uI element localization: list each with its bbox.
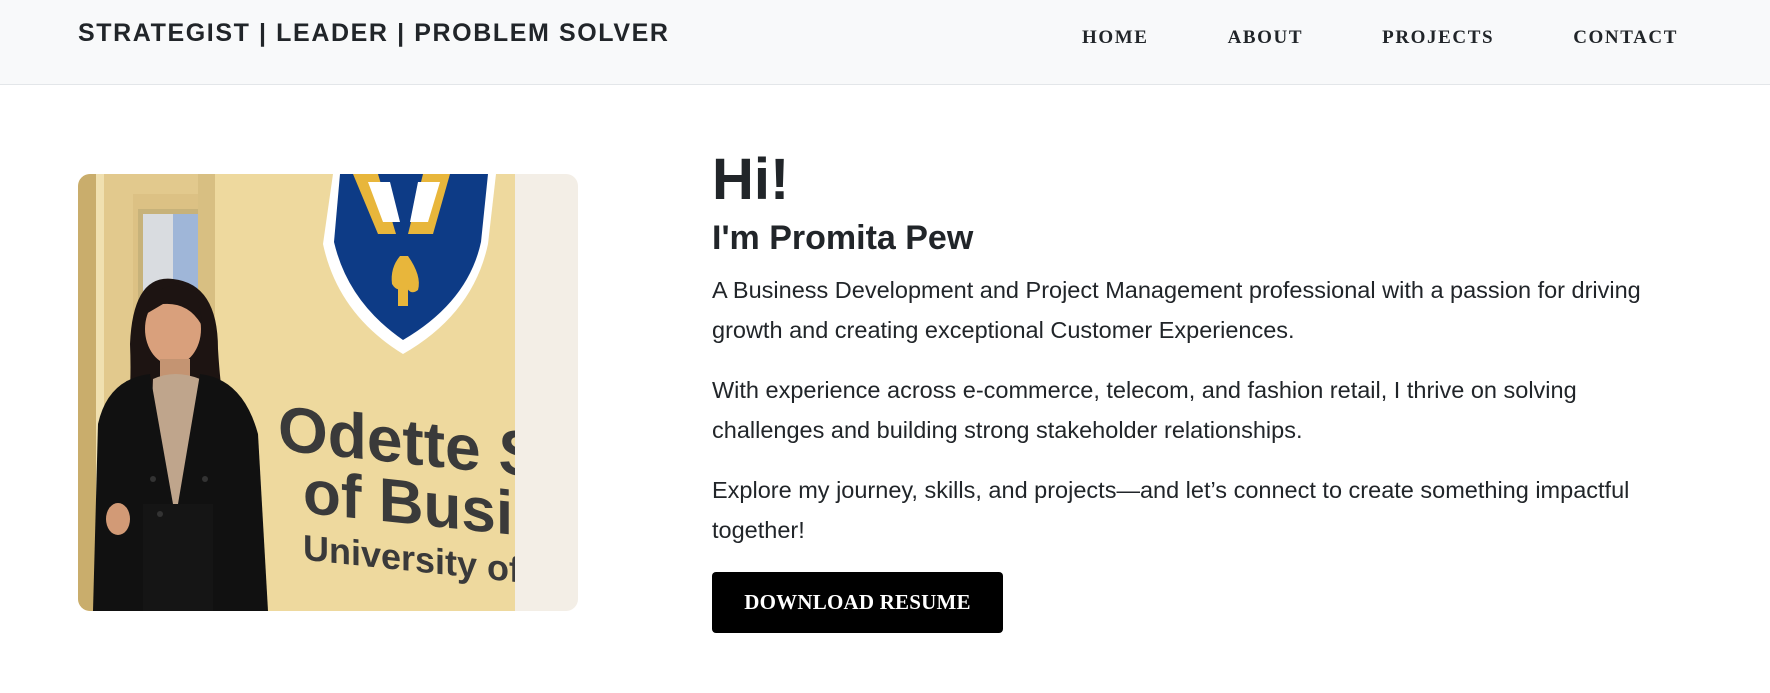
nav-about-link[interactable]: ABOUT <box>1228 27 1304 49</box>
download-resume-button[interactable]: DOWNLOAD RESUME <box>712 572 1003 633</box>
nav-projects-link[interactable]: PROJECTS <box>1382 27 1494 49</box>
hero-greeting: Hi! <box>712 147 790 212</box>
navbar: STRATEGIST | LEADER | PROBLEM SOLVER HOM… <box>0 0 1770 85</box>
intro-paragraph-3: Explore my journey, skills, and projects… <box>712 477 1630 543</box>
profile-photo-card: Odette Scho of Business University of Wi… <box>78 174 578 611</box>
hero-name: I'm Promita Pew <box>712 219 974 257</box>
site-brand[interactable]: STRATEGIST | LEADER | PROBLEM SOLVER <box>78 19 670 48</box>
nav-links: HOME ABOUT PROJECTS CONTACT <box>1082 27 1678 49</box>
profile-photo: Odette Scho of Business University of Wi… <box>78 174 515 611</box>
intro-paragraph-2: With experience across e-commerce, telec… <box>712 377 1577 443</box>
nav-contact-link[interactable]: CONTACT <box>1573 27 1678 49</box>
hero-intro: Hi! I'm Promita Pew A Business Developme… <box>712 144 1652 633</box>
profile-photo-illustration: Odette Scho of Business University of Wi… <box>78 174 515 611</box>
intro-paragraph-1: A Business Development and Project Manag… <box>712 277 1641 343</box>
nav-home-link[interactable]: HOME <box>1082 27 1149 49</box>
